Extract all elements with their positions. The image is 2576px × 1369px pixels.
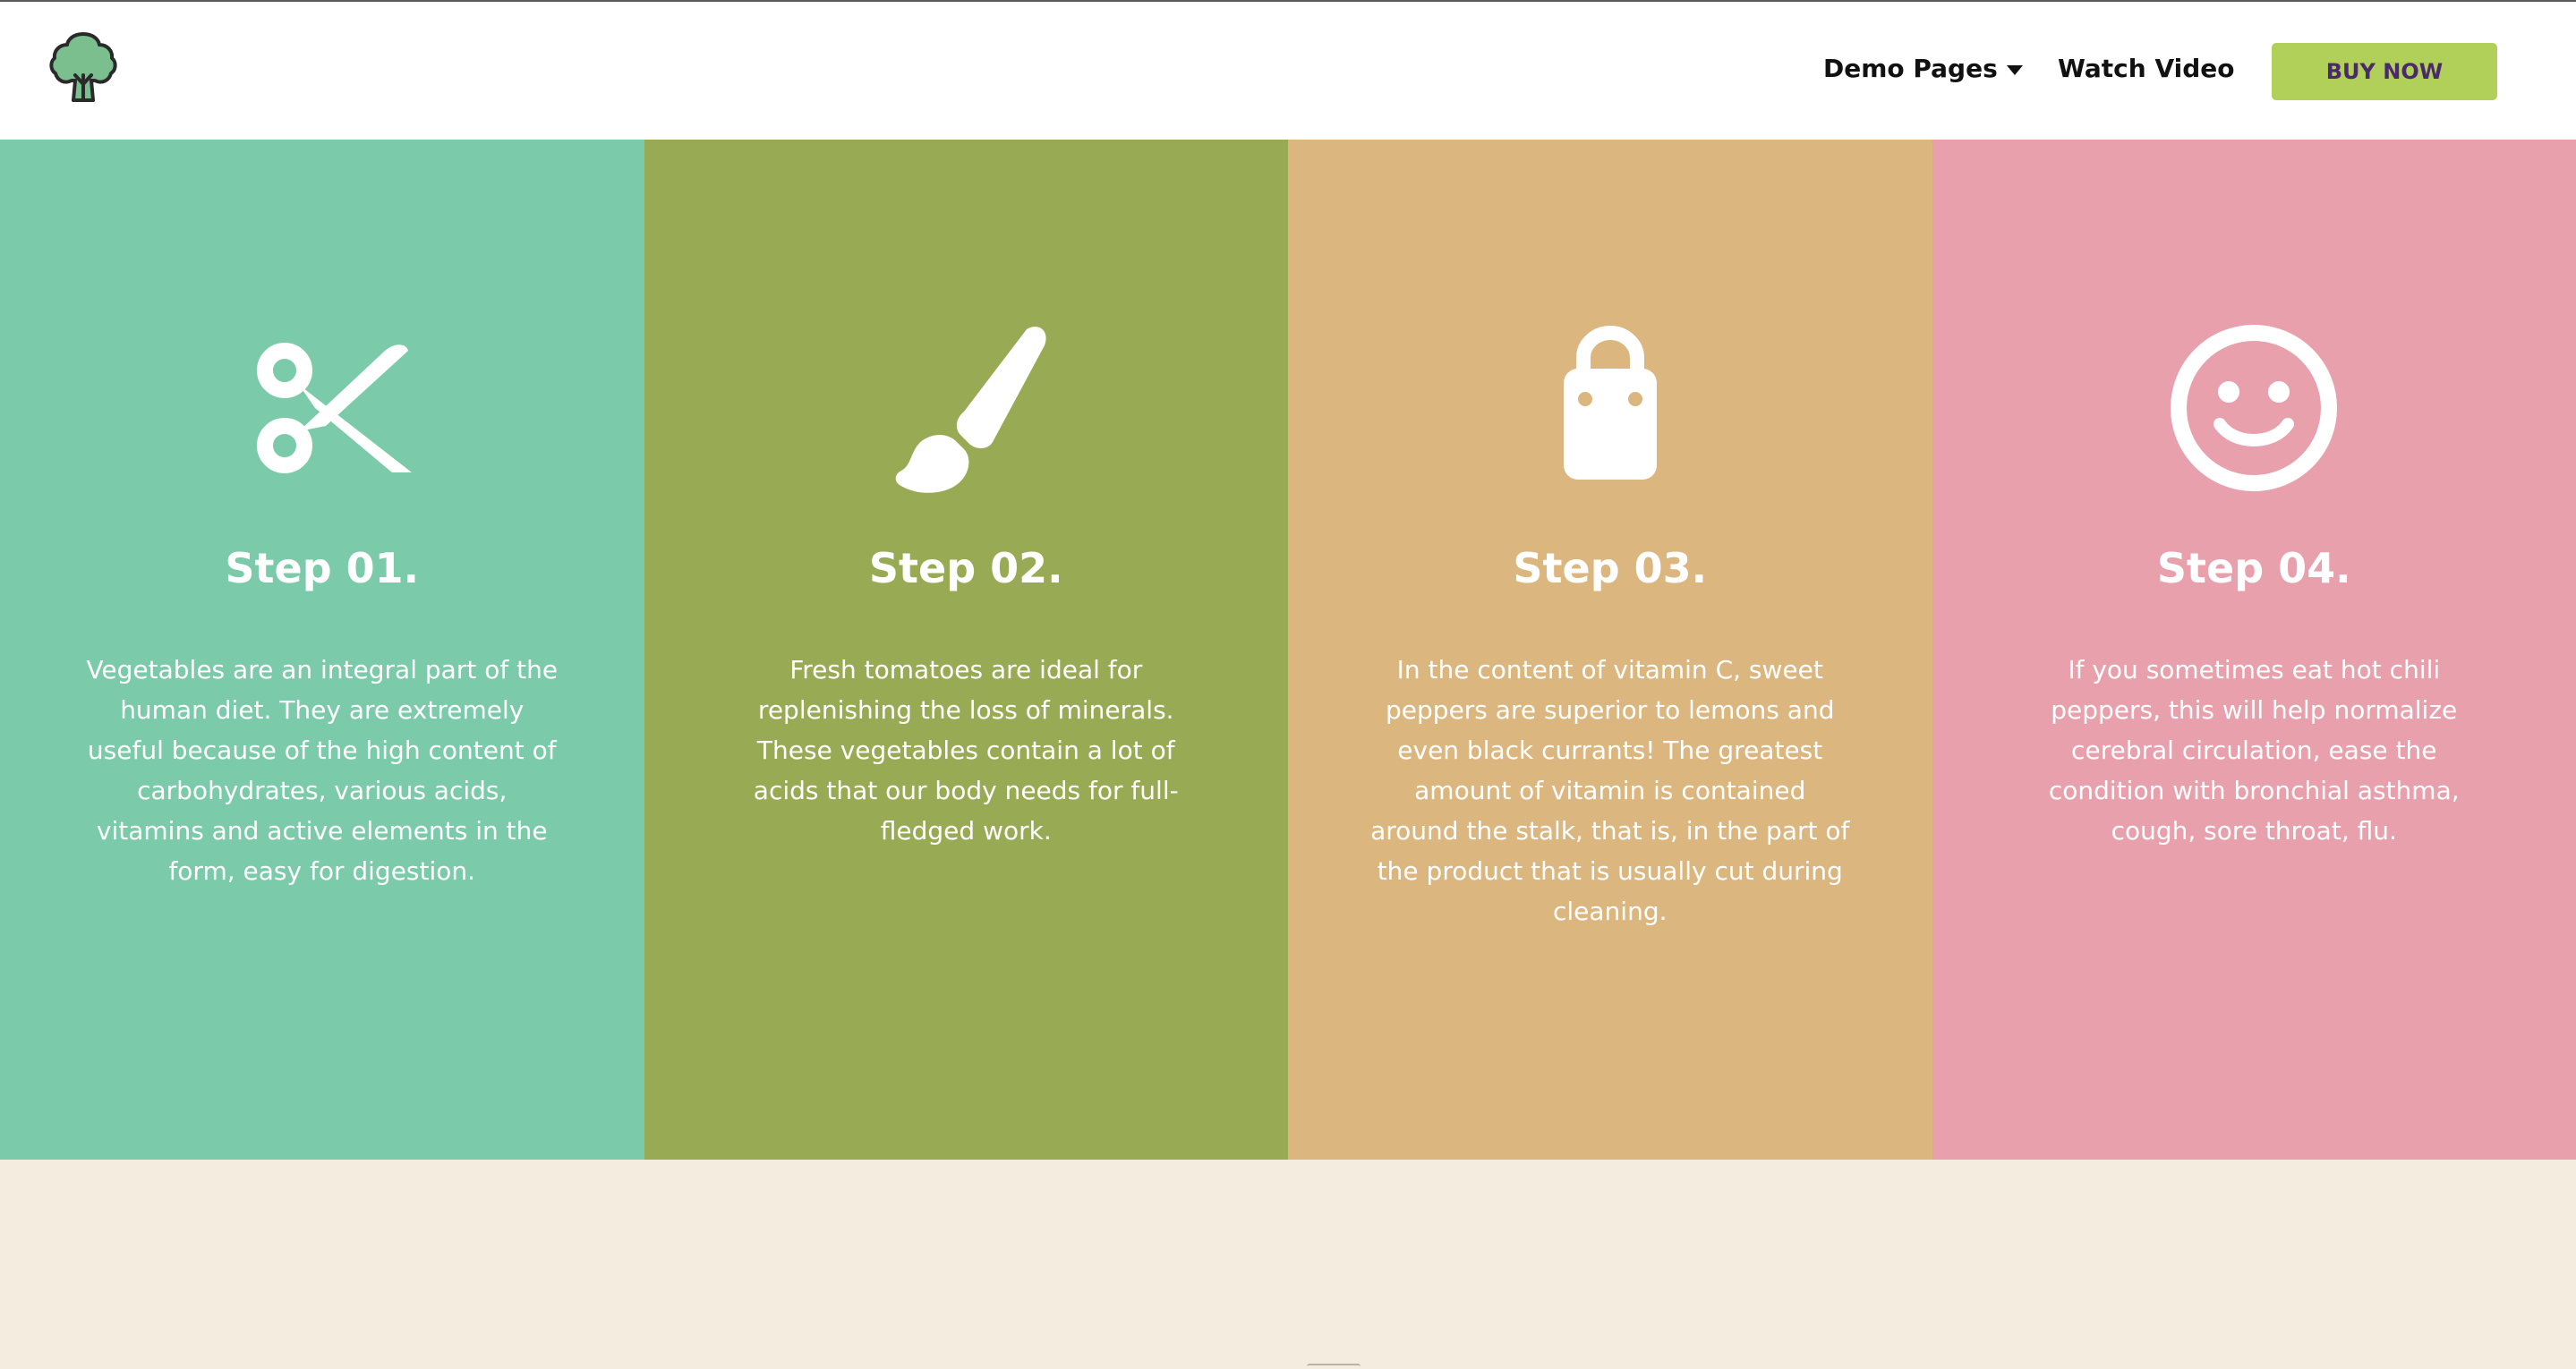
site-header: Demo Pages Watch Video BUY NOW <box>0 2 2576 140</box>
scissors-icon <box>233 319 412 497</box>
step-title: Step 03. <box>1513 544 1708 592</box>
step-description: Vegetables are an integral part of the h… <box>86 655 559 886</box>
buy-now-button[interactable]: BUY NOW <box>2272 43 2497 100</box>
nav-demo-pages[interactable]: Demo Pages <box>1823 54 2023 83</box>
broccoli-logo-icon[interactable] <box>47 29 120 104</box>
step-title: Step 01. <box>225 544 420 592</box>
step-title: Step 02. <box>868 544 1063 592</box>
step-card-01: Step 01. Vegetables are an integral part… <box>0 140 644 1160</box>
smiley-face-icon <box>2164 319 2343 497</box>
step-title: Step 04. <box>2156 544 2351 592</box>
caret-down-icon <box>2006 65 2023 75</box>
step-description: In the content of vitamin C, sweet peppe… <box>1370 655 1850 926</box>
shopping-bag-icon <box>1521 319 1700 497</box>
step-card-04: Step 04. If you sometimes eat hot chili … <box>1932 140 2576 1160</box>
steps-section: Step 01. Vegetables are an integral part… <box>0 140 2576 1160</box>
nav-watch-video[interactable]: Watch Video <box>2058 54 2235 83</box>
section-decoration <box>1307 1364 1361 1369</box>
step-card-02: Step 02. Fresh tomatoes are ideal for re… <box>644 140 1288 1160</box>
paint-brush-icon <box>876 319 1055 497</box>
step-description: If you sometimes eat hot chili peppers, … <box>2048 655 2460 846</box>
lower-section <box>0 1160 2576 1369</box>
nav-demo-pages-label: Demo Pages <box>1823 54 1998 83</box>
step-card-03: Step 03. In the content of vitamin C, sw… <box>1288 140 1932 1160</box>
step-description: Fresh tomatoes are ideal for replenishin… <box>753 655 1179 846</box>
